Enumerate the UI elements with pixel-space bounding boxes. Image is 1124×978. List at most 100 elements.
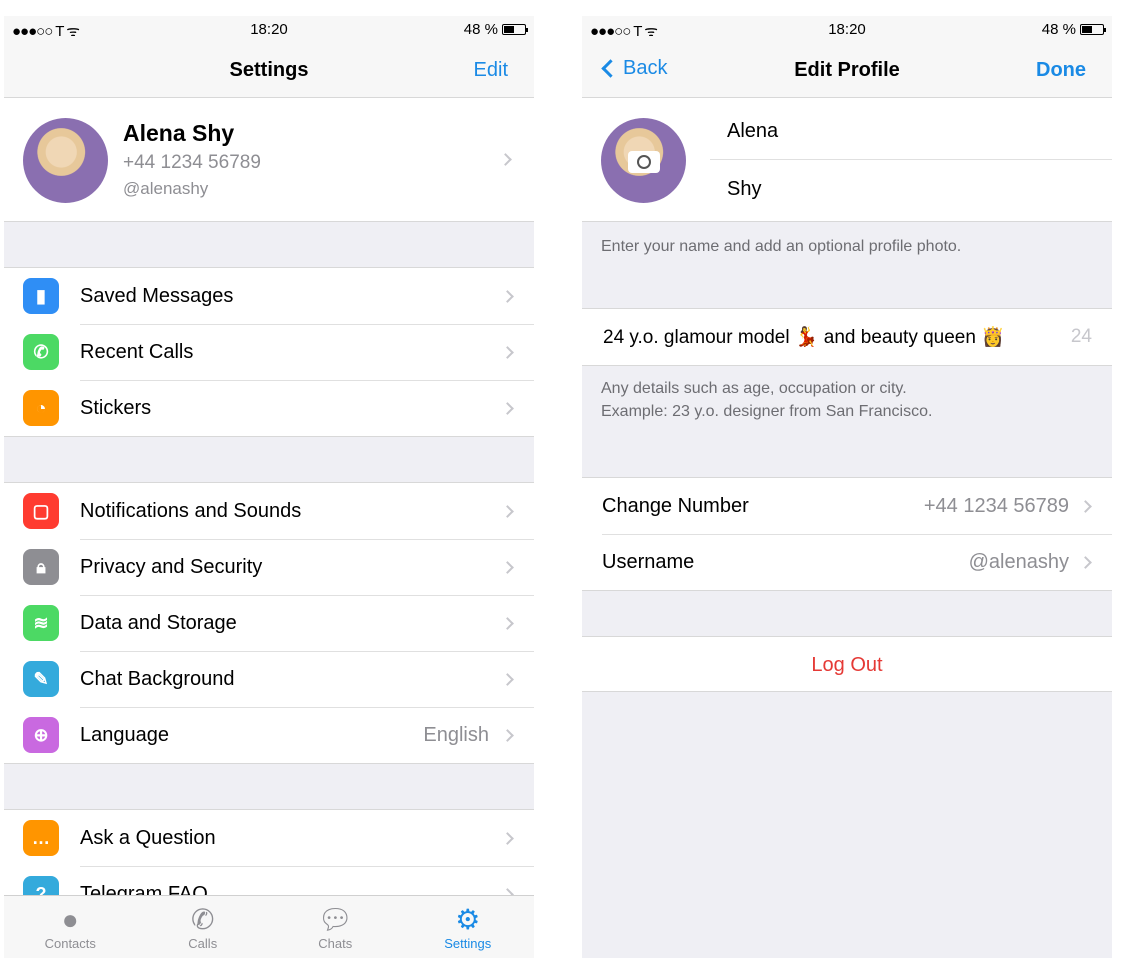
person-icon: ● [61,904,79,935]
phone-icon: ✆ [23,334,59,370]
tab-label: Contacts [44,936,96,951]
edit-button[interactable]: Edit [474,59,508,82]
settings-item-language[interactable]: ⊕ Language English [4,707,534,763]
settings-item-chat-background[interactable]: ✎ Chat Background [4,651,534,707]
item-label: Privacy and Security [80,555,263,578]
settings-item-saved-messages[interactable]: ▮ Saved Messages [4,268,534,324]
status-bar: ●●●○○ T ᯤ 18:20 48 % [4,16,534,42]
item-label: Chat Background [80,667,235,690]
item-label: Notifications and Sounds [80,499,302,522]
settings-item-ask-a-question[interactable]: … Ask a Question [4,810,534,866]
change-number-row[interactable]: Change Number +44 1234 56789 [582,478,1112,534]
chevron-right-icon [499,153,512,166]
phone-icon: ✆ [191,904,215,935]
row-label: Username [602,550,695,573]
chevron-right-icon [501,504,514,518]
profile-phone: +44 1234 56789 [123,152,261,173]
item-label: Ask a Question [80,826,216,849]
tab-calls[interactable]: ✆ Calls [137,896,270,958]
row-value: @alenashy [968,550,1069,573]
bio-char-count: 24 [1070,326,1092,347]
log-out-button[interactable]: Log Out [582,636,1112,692]
item-value: English [423,723,489,746]
name-hint: Enter your name and add an optional prof… [601,238,962,255]
chats-icon: 💬︎ [317,904,354,935]
chevron-right-icon [501,616,514,630]
done-button[interactable]: Done [1036,59,1086,82]
battery-percent: 48 % [463,21,498,38]
battery-icon [502,24,528,35]
status-bar: ●●●○○ T ᯤ 18:20 48 % [582,16,1112,42]
database-icon: ≋ [23,605,59,641]
camera-icon[interactable] [628,151,660,173]
chevron-right-icon [501,560,514,574]
settings-item-recent-calls[interactable]: ✆ Recent Calls [4,324,534,380]
settings-item-data-and-storage[interactable]: ≋ Data and Storage [4,595,534,651]
page-title: Edit Profile [794,59,900,81]
notification-icon: ▢ [23,493,59,529]
clock: 18:20 [250,21,288,38]
profile-name: Alena Shy [123,120,235,146]
chevron-right-icon [501,289,514,303]
chevron-right-icon [501,672,514,686]
item-label: Stickers [80,396,152,419]
tab-chats[interactable]: 💬︎ Chats [269,896,402,958]
tab-label: Settings [444,936,492,951]
item-label: Recent Calls [80,340,194,363]
settings-item-stickers[interactable]: ◔ Stickers [4,380,534,436]
profile-username: @alenashy [123,179,209,198]
brush-icon: ✎ [23,661,59,697]
tab-settings[interactable]: ⚙ Settings [402,896,535,958]
chevron-right-icon [501,831,514,845]
bookmark-icon: ▮ [23,278,59,314]
avatar [23,118,108,203]
bio-input[interactable]: 24 y.o. glamour model 💃 and beauty queen… [582,308,1112,366]
tab-bar: ● Contacts ✆ Calls 💬︎ Chats ⚙ Settings [4,895,534,958]
nav-bar: Back Edit Profile Done [582,42,1112,98]
profile-row[interactable]: Alena Shy +44 1234 56789 @alenashy [4,98,534,222]
battery: 48 % [1041,21,1106,38]
account-group: Change Number +44 1234 56789 Username @ale… [582,477,1112,591]
item-label: Language [80,723,169,746]
chevron-right-icon [501,728,514,742]
battery-icon [1080,24,1106,35]
chat-bubble-icon: … [23,820,59,856]
settings-item-notifications-and-sounds[interactable]: ▢ Notifications and Sounds [4,483,534,539]
sticker-icon: ◔ [23,390,59,426]
chevron-right-icon [1079,499,1092,513]
bio-hint: Any details such as age, occupation or c… [582,366,1112,477]
item-label: Saved Messages [80,284,234,307]
lock-icon: 🔒︎ [23,549,59,585]
gear-icon: ⚙ [455,904,481,935]
nav-bar: Settings Edit [4,42,534,98]
tab-label: Calls [188,936,218,951]
bio-text: 24 y.o. glamour model 💃 and beauty queen… [603,327,1005,348]
chevron-right-icon [501,345,514,359]
clock: 18:20 [828,21,866,38]
settings-group: ▢ Notifications and Sounds 🔒︎ Privacy and S… [4,482,534,764]
edit-profile-screen: ●●●○○ T ᯤ 18:20 48 % Back Edit Profile D… [582,16,1112,958]
globe-icon: ⊕ [23,717,59,753]
chevron-right-icon [1079,555,1092,569]
tab-contacts[interactable]: ● Contacts [4,896,137,958]
item-label: Data and Storage [80,611,237,634]
settings-group: ▮ Saved Messages ✆ Recent Calls ◔ Stickers [4,267,534,437]
bio-hint-line: Example: 23 y.o. designer from San Franc… [601,403,933,420]
chevron-right-icon [501,401,514,415]
page-title: Settings [229,59,309,81]
row-label: Change Number [602,494,749,517]
row-value: +44 1234 56789 [923,494,1069,517]
battery: 48 % [463,21,528,38]
tab-label: Chats [318,936,353,951]
last-name-input[interactable]: Shy [727,178,761,201]
battery-percent: 48 % [1041,21,1076,38]
name-section: Alena Shy [582,98,1112,222]
settings-item-privacy-and-security[interactable]: 🔒︎ Privacy and Security [4,539,534,595]
bio-hint-line: Any details such as age, occupation or c… [601,380,907,397]
username-row[interactable]: Username @alenashy [582,534,1112,590]
first-name-input[interactable]: Alena [710,98,1112,160]
